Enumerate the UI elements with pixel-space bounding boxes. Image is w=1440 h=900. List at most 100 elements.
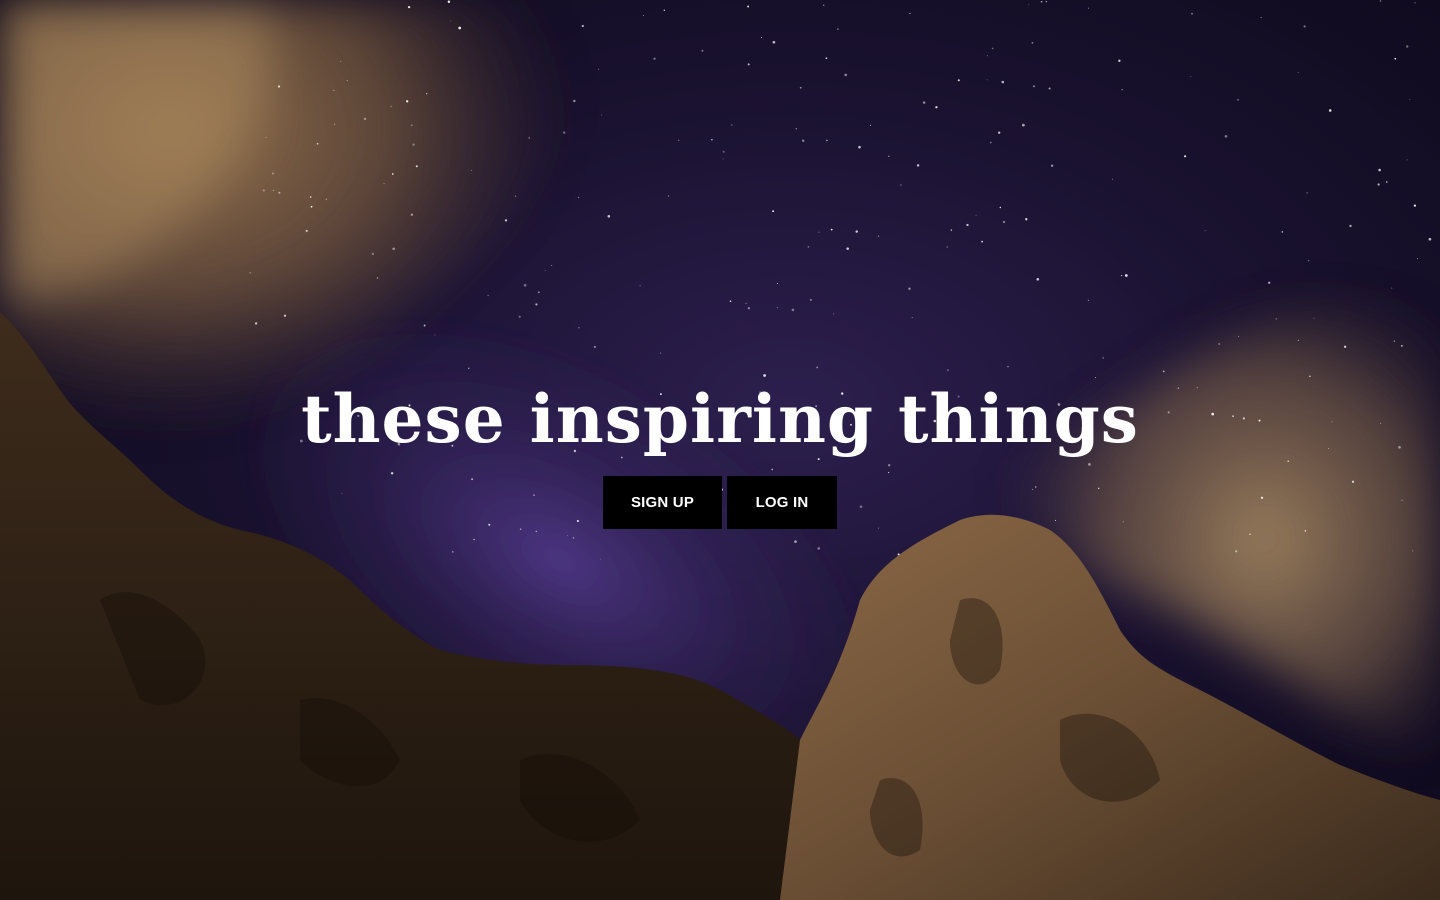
star <box>1102 357 1104 359</box>
sign-up-button[interactable]: SIGN UP <box>603 476 722 529</box>
star <box>598 68 600 70</box>
star <box>262 189 265 192</box>
log-in-button[interactable]: LOG IN <box>727 476 837 529</box>
star <box>772 40 776 44</box>
star <box>272 189 274 191</box>
star <box>772 210 775 213</box>
star <box>473 538 475 541</box>
star <box>818 231 820 233</box>
star <box>950 229 953 231</box>
star <box>947 369 949 371</box>
star <box>877 235 880 237</box>
star <box>391 173 394 175</box>
star <box>1275 318 1277 320</box>
star <box>989 141 992 144</box>
star <box>1238 335 1240 337</box>
star <box>599 558 601 560</box>
star <box>1328 109 1332 112</box>
star <box>1040 0 1043 3</box>
star <box>1032 85 1036 88</box>
star <box>816 366 819 369</box>
star <box>837 28 839 30</box>
star <box>376 277 379 279</box>
star <box>729 300 732 302</box>
star <box>406 100 409 103</box>
star <box>761 37 763 39</box>
star <box>975 214 977 216</box>
star <box>776 283 778 285</box>
star <box>518 315 521 318</box>
star <box>1281 231 1284 233</box>
auth-actions: SIGN UP LOG IN <box>0 476 1440 529</box>
star <box>537 291 540 294</box>
star <box>809 298 812 301</box>
star <box>1428 237 1432 241</box>
star <box>1224 134 1228 138</box>
star <box>722 158 724 160</box>
star <box>458 26 462 30</box>
star <box>1309 375 1311 378</box>
star <box>747 307 750 310</box>
star <box>1268 281 1271 284</box>
star <box>1031 42 1034 44</box>
star <box>1343 345 1347 348</box>
star <box>1405 45 1409 48</box>
star <box>711 139 713 141</box>
star <box>1124 274 1128 277</box>
star <box>722 150 725 153</box>
star <box>271 172 274 175</box>
star <box>1204 230 1206 232</box>
landing-page: these inspiring things SIGN UP LOG IN <box>0 0 1440 900</box>
star <box>310 205 313 208</box>
star <box>826 139 828 142</box>
star <box>791 308 795 312</box>
star <box>1379 0 1382 2</box>
star <box>410 124 413 127</box>
star <box>1349 224 1352 228</box>
star <box>653 57 656 60</box>
star <box>566 535 568 537</box>
star <box>254 322 258 325</box>
star <box>966 223 969 227</box>
star <box>523 283 527 287</box>
star <box>825 57 828 60</box>
star <box>900 184 902 186</box>
star <box>981 240 983 243</box>
star <box>316 142 319 145</box>
star <box>410 213 414 216</box>
star <box>957 79 960 82</box>
star <box>415 165 418 168</box>
star <box>1112 178 1114 180</box>
star <box>450 20 452 22</box>
star <box>383 183 385 185</box>
star <box>701 49 704 52</box>
star <box>1401 345 1403 347</box>
star <box>1028 3 1030 5</box>
star <box>794 540 797 543</box>
star <box>563 131 566 134</box>
star <box>802 139 805 142</box>
star <box>1417 258 1418 260</box>
star <box>747 5 750 8</box>
star <box>1393 340 1396 342</box>
star <box>390 105 392 108</box>
star <box>593 345 596 348</box>
star <box>1297 71 1299 73</box>
star <box>908 287 911 290</box>
star <box>1087 299 1089 301</box>
star <box>1304 530 1307 532</box>
star <box>1414 2 1416 4</box>
star <box>468 367 470 369</box>
star <box>870 124 871 126</box>
star <box>935 106 938 109</box>
site-title: these inspiring things <box>301 380 1139 458</box>
star <box>249 271 252 274</box>
star <box>1002 220 1006 224</box>
star <box>986 79 988 81</box>
star <box>795 128 797 130</box>
star <box>747 63 750 66</box>
star <box>1249 533 1251 535</box>
star <box>325 198 327 200</box>
star <box>423 324 426 327</box>
star <box>1007 366 1009 368</box>
